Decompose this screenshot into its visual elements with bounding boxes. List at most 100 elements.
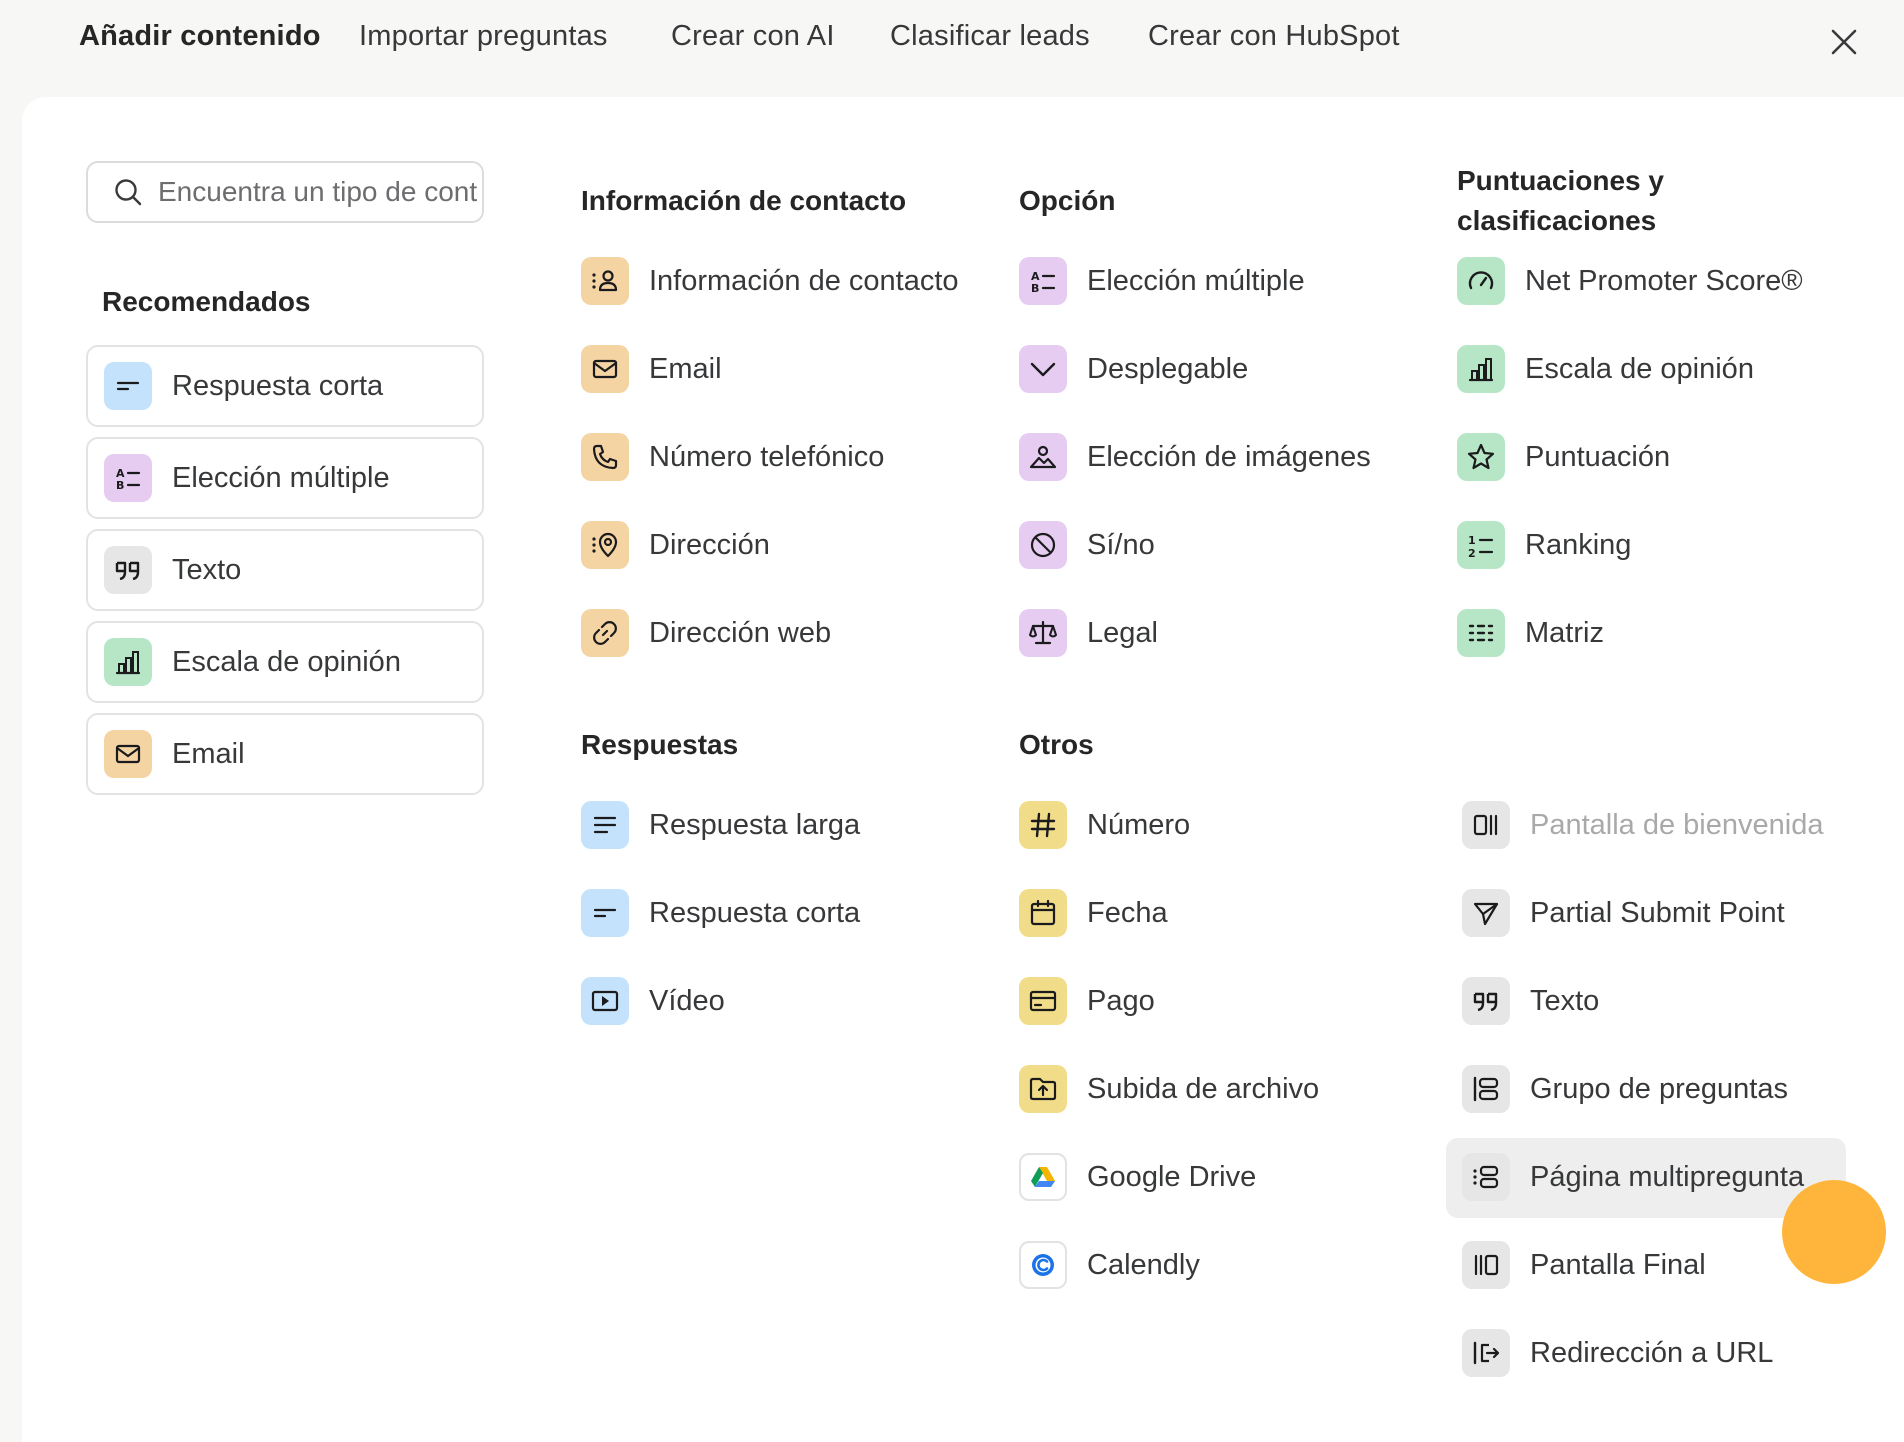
scales-icon	[1019, 609, 1067, 657]
item-partial-submit-point[interactable]: Partial Submit Point	[1462, 883, 1785, 943]
multiple-choice-icon: AB	[1019, 257, 1067, 305]
item-label: Vídeo	[649, 984, 725, 1017]
item-nps[interactable]: Net Promoter Score®	[1457, 251, 1803, 311]
item-label: Legal	[1087, 616, 1158, 649]
item-file-upload[interactable]: Subida de archivo	[1019, 1059, 1319, 1119]
item-dropdown[interactable]: Desplegable	[1019, 339, 1248, 399]
item-phone-number[interactable]: Número telefónico	[581, 427, 884, 487]
recommended-item-text[interactable]: Texto	[86, 529, 484, 611]
credit-card-icon	[1019, 977, 1067, 1025]
multi-question-page-icon	[1462, 1153, 1510, 1201]
mail-icon	[104, 730, 152, 778]
item-label: Sí/no	[1087, 528, 1155, 561]
item-label: Calendly	[1087, 1248, 1200, 1281]
section-title-choice: Opción	[1019, 185, 1116, 216]
recommended-item-short-text[interactable]: Respuesta corta	[86, 345, 484, 427]
calendly-icon	[1019, 1241, 1067, 1289]
item-contact-info[interactable]: Información de contacto	[581, 251, 959, 311]
contact-card-icon	[581, 257, 629, 305]
cursor-indicator	[1782, 1180, 1886, 1284]
search-box[interactable]	[86, 161, 484, 223]
item-matrix[interactable]: Matriz	[1457, 603, 1604, 663]
item-label: Página multipregunta	[1530, 1160, 1805, 1193]
item-date[interactable]: Fecha	[1019, 883, 1168, 943]
folder-upload-icon	[1019, 1065, 1067, 1113]
bar-chart-icon	[104, 638, 152, 686]
recommended-item-opinion-scale[interactable]: Escala de opinión	[86, 621, 484, 703]
item-label: Elección múltiple	[172, 461, 390, 494]
item-label: Google Drive	[1087, 1160, 1257, 1193]
item-payment[interactable]: Pago	[1019, 971, 1155, 1031]
tab-create-with-ai[interactable]: Crear con AI	[671, 20, 835, 53]
item-number[interactable]: Número	[1019, 795, 1190, 855]
item-label: Escala de opinión	[172, 645, 401, 678]
item-email[interactable]: Email	[581, 339, 722, 399]
video-icon	[581, 977, 629, 1025]
section-title-ratings: Puntuaciones y clasificaciones	[1457, 165, 1664, 236]
item-ranking[interactable]: 12 Ranking	[1457, 515, 1631, 575]
item-label: Dirección	[649, 528, 770, 561]
item-multi-question-page[interactable]: Página multipregunta	[1462, 1147, 1804, 1207]
item-long-text[interactable]: Respuesta larga	[581, 795, 860, 855]
svg-text:B: B	[1031, 282, 1039, 295]
short-text-icon	[104, 362, 152, 410]
item-welcome-screen: Pantalla de bienvenida	[1462, 795, 1823, 855]
item-video[interactable]: Vídeo	[581, 971, 725, 1031]
phone-icon	[581, 433, 629, 481]
quote-icon	[1462, 977, 1510, 1025]
item-url-redirect[interactable]: Redirección a URL	[1462, 1323, 1773, 1383]
item-rating[interactable]: Puntuación	[1457, 427, 1670, 487]
item-label: Net Promoter Score®	[1525, 264, 1803, 297]
location-icon	[581, 521, 629, 569]
recommended-item-email[interactable]: Email	[86, 713, 484, 795]
item-multiple-choice[interactable]: AB Elección múltiple	[1019, 251, 1305, 311]
item-label: Matriz	[1525, 616, 1604, 649]
send-icon	[1462, 889, 1510, 937]
item-label: Fecha	[1087, 896, 1168, 929]
section-title-contact: Información de contacto	[581, 185, 907, 216]
item-label: Elección múltiple	[1087, 264, 1305, 297]
item-google-drive[interactable]: Google Drive	[1019, 1147, 1256, 1207]
svg-text:B: B	[116, 479, 124, 492]
item-website[interactable]: Dirección web	[581, 603, 831, 663]
item-label: Pantalla de bienvenida	[1530, 808, 1824, 841]
item-label: Pantalla Final	[1530, 1248, 1706, 1281]
item-label: Partial Submit Point	[1530, 896, 1785, 929]
item-label: Puntuación	[1525, 440, 1671, 473]
tab-classify-leads[interactable]: Clasificar leads	[890, 20, 1090, 53]
matrix-icon	[1457, 609, 1505, 657]
item-label: Grupo de preguntas	[1530, 1072, 1788, 1105]
ranking-icon: 12	[1457, 521, 1505, 569]
item-yes-no[interactable]: Sí/no	[1019, 515, 1155, 575]
google-drive-icon	[1019, 1153, 1067, 1201]
multiple-choice-icon: AB	[104, 454, 152, 502]
tab-import-questions[interactable]: Importar preguntas	[359, 20, 608, 53]
tab-create-with-hubspot[interactable]: Crear con HubSpot	[1148, 20, 1400, 53]
close-icon[interactable]	[1824, 22, 1864, 62]
item-label: Escala de opinión	[1525, 352, 1754, 385]
item-picture-choice[interactable]: Elección de imágenes	[1019, 427, 1371, 487]
long-text-icon	[581, 801, 629, 849]
section-title-others: Otros	[1019, 729, 1094, 760]
search-icon	[115, 179, 142, 206]
item-opinion-scale[interactable]: Escala de opinión	[1457, 339, 1754, 399]
item-address[interactable]: Dirección	[581, 515, 770, 575]
tab-add-content[interactable]: Añadir contenido	[79, 20, 321, 53]
welcome-screen-icon	[1462, 801, 1510, 849]
item-question-group[interactable]: Grupo de preguntas	[1462, 1059, 1788, 1119]
item-label: Respuesta corta	[649, 896, 861, 929]
item-legal[interactable]: Legal	[1019, 603, 1158, 663]
yes-no-icon	[1019, 521, 1067, 569]
item-label: Subida de archivo	[1087, 1072, 1320, 1105]
item-statement-text[interactable]: Texto	[1462, 971, 1599, 1031]
redirect-icon	[1462, 1329, 1510, 1377]
item-label: Respuesta larga	[649, 808, 861, 841]
search-input[interactable]	[158, 176, 478, 208]
item-short-text[interactable]: Respuesta corta	[581, 883, 860, 943]
item-label: Texto	[1530, 984, 1600, 1017]
item-label: Texto	[172, 553, 242, 586]
chevron-down-icon	[1019, 345, 1067, 393]
item-end-screen[interactable]: Pantalla Final	[1462, 1235, 1706, 1295]
recommended-item-multiple-choice[interactable]: AB Elección múltiple	[86, 437, 484, 519]
item-calendly[interactable]: Calendly	[1019, 1235, 1200, 1295]
